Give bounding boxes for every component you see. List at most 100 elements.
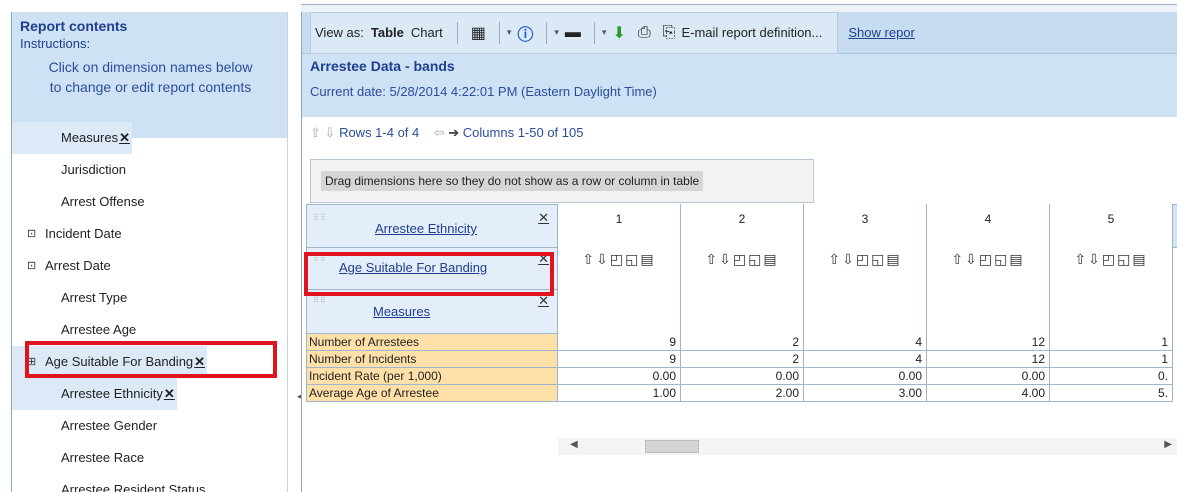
table-cell: 12 [927, 351, 1050, 368]
dimension-item-row[interactable]: Jurisdiction [12, 154, 287, 186]
rows-range: Rows 1-4 of 4 [339, 125, 420, 140]
rows-next-icon[interactable]: ⇩ [325, 125, 336, 140]
info-dropdown-icon[interactable]: ▾ [554, 27, 559, 38]
scrollbar-thumb[interactable] [645, 440, 699, 453]
dimension-label[interactable]: Arrest Date [45, 258, 111, 273]
dimension-item[interactable]: Jurisdiction [12, 154, 287, 186]
columns-next-icon[interactable]: ➔ [448, 125, 459, 140]
toolbar-box: View as: Table Chart ▦ ▾ ⓘ ▾ ▬ ▾ ⬇ ⎙ ⎘ E… [310, 11, 839, 54]
row-label[interactable]: Average Age of Arrestee [306, 385, 558, 402]
scroll-right-icon[interactable]: ▶ [1164, 439, 1172, 450]
dimension-item[interactable]: Arrest Type [12, 282, 287, 314]
print-preview-icon[interactable]: ⎘ [663, 24, 676, 42]
columns-range: Columns 1-50 of 105 [462, 125, 584, 140]
table-cell: 2 [681, 351, 804, 368]
measures-header[interactable]: ⠿⠿ Measures ✕ [306, 290, 558, 334]
remove-dimension-icon[interactable]: ✕ [538, 294, 549, 309]
dimension-item-row[interactable]: Arrestee Gender [12, 410, 287, 442]
info-icon[interactable]: ⓘ [517, 21, 533, 45]
column-header[interactable]: 1 ⇧⇩◰◱▤ [558, 204, 681, 334]
row-label[interactable]: Number of Incidents [306, 351, 558, 368]
slicer-drop-zone[interactable]: Drag dimensions here so they do not show… [310, 159, 814, 203]
remove-dimension-icon[interactable]: ✕ [164, 386, 175, 401]
dimension-item[interactable]: ⊡ Arrest Date [12, 250, 287, 282]
report-contents-header: Report contents Instructions: Click on d… [12, 12, 287, 138]
dimension-label[interactable]: Arrest Offense [61, 194, 145, 209]
dimension-item[interactable]: Arrestee Ethnicity✕ [12, 378, 287, 410]
column-sort-icons[interactable]: ⇧⇩◰◱▤ [558, 251, 680, 268]
report-contents-panel: Report contents Instructions: Click on d… [11, 12, 288, 492]
layout-dropdown-icon[interactable]: ▾ [507, 27, 512, 38]
table-cell: 0.00 [558, 368, 681, 385]
dimension-item-row[interactable]: ⊡ Incident Date [12, 218, 287, 250]
dimension-label[interactable]: Arrestee Age [61, 322, 136, 337]
dimension-item[interactable]: Arrestee Resident Status [12, 474, 287, 492]
dimension-label[interactable]: Arrestee Gender [61, 418, 157, 433]
dimension-item[interactable]: Measures✕ [12, 122, 287, 154]
table-cell: 4 [804, 351, 927, 368]
remove-dimension-icon[interactable]: ✕ [538, 211, 549, 226]
dimension-item-row[interactable]: Measures✕ [12, 122, 132, 154]
column-sort-icons[interactable]: ⇧⇩◰◱▤ [804, 251, 926, 268]
dimension-item[interactable]: Arrestee Race [12, 442, 287, 474]
column-header[interactable]: 4 ⇧⇩◰◱▤ [927, 204, 1050, 334]
dimension-item[interactable]: ⊡ Incident Date [12, 218, 287, 250]
rows-prev-icon[interactable]: ⇧ [310, 125, 321, 140]
dimension-item-row[interactable]: Arrestee Ethnicity✕ [12, 378, 177, 410]
table-cell: 5. [1050, 385, 1173, 402]
dimension-item[interactable]: Arrestee Gender [12, 410, 287, 442]
report-info: Arrestee Data - bands Current date: 5/28… [302, 54, 1177, 117]
column-dimension-header[interactable]: ⠿⠿ Arrestee Ethnicity ✕ [306, 204, 558, 248]
print-icon[interactable]: ⎙ [638, 24, 651, 42]
table-cell: 4 [804, 334, 927, 351]
table-cell: 2.00 [681, 385, 804, 402]
column-sort-icons[interactable]: ⇧⇩◰◱▤ [927, 251, 1049, 268]
dimension-item-row[interactable]: Arrestee Race [12, 442, 287, 474]
report-title: Arrestee Data - bands [310, 58, 455, 74]
save-icon[interactable]: ▬ [565, 24, 581, 42]
save-dropdown-icon[interactable]: ▾ [602, 27, 607, 38]
report-contents-title: Report contents [20, 18, 128, 34]
download-arrow-icon[interactable]: ⬇ [612, 23, 625, 43]
view-as-table-button[interactable]: Table [371, 25, 404, 40]
column-dimension-label[interactable]: Arrestee Ethnicity [375, 221, 477, 236]
column-sort-icons[interactable]: ⇧⇩◰◱▤ [681, 251, 803, 268]
hierarchy-icon[interactable]: ⊡ [27, 250, 36, 282]
scroll-left-icon[interactable]: ◀ [570, 439, 578, 450]
row-label[interactable]: Number of Arrestees [306, 334, 558, 351]
view-as-chart-button[interactable]: Chart [411, 25, 443, 40]
dimension-label[interactable]: Arrestee Race [61, 450, 144, 465]
dimension-item-row[interactable]: Arrest Type [12, 282, 287, 314]
layout-grid-icon[interactable]: ▦ [471, 23, 486, 43]
dimension-label[interactable]: Incident Date [45, 226, 122, 241]
dimension-item-row[interactable]: Arrest Offense [12, 186, 287, 218]
horizontal-scrollbar[interactable]: ◀ ▶ [558, 438, 1177, 455]
dimension-label[interactable]: Jurisdiction [61, 162, 126, 177]
dimension-item[interactable]: Arrest Offense [12, 186, 287, 218]
show-report-link[interactable]: Show repor [848, 25, 914, 40]
column-header[interactable]: 2 ⇧⇩◰◱▤ [681, 204, 804, 334]
column-header[interactable]: 5 ⇧⇩◰◱▤ [1050, 204, 1173, 334]
column-header[interactable]: 3 ⇧⇩◰◱▤ [804, 204, 927, 334]
column-sort-icons[interactable]: ⇧⇩◰◱▤ [1050, 251, 1172, 268]
remove-dimension-icon[interactable]: ✕ [119, 130, 130, 145]
dimension-label[interactable]: Arrest Type [61, 290, 127, 305]
dimension-item-row[interactable]: ⊡ Arrest Date [12, 250, 287, 282]
table-cell: 0.00 [804, 368, 927, 385]
measures-label[interactable]: Measures [373, 304, 430, 319]
email-report-button[interactable]: E-mail report definition... [681, 25, 822, 40]
dimension-item-row[interactable]: Arrestee Resident Status [12, 474, 287, 492]
dimension-label[interactable]: Arrestee Resident Status [61, 482, 206, 492]
table-cell: 0.00 [927, 368, 1050, 385]
drag-handle-icon[interactable]: ⠿⠿ [313, 296, 327, 305]
column-number: 1 [615, 212, 623, 226]
table-cell: 0.00 [681, 368, 804, 385]
drag-handle-icon[interactable]: ⠿⠿ [313, 213, 327, 222]
hierarchy-icon[interactable]: ⊡ [27, 218, 36, 250]
dimension-label[interactable]: Arrestee Ethnicity [61, 386, 163, 401]
toolbar-separator [593, 21, 595, 44]
dimension-label[interactable]: Measures [61, 130, 118, 145]
row-label[interactable]: Incident Rate (per 1,000) [306, 368, 558, 385]
table-cell: 1 [1050, 351, 1173, 368]
columns-prev-icon[interactable]: ⇦ [434, 125, 445, 140]
